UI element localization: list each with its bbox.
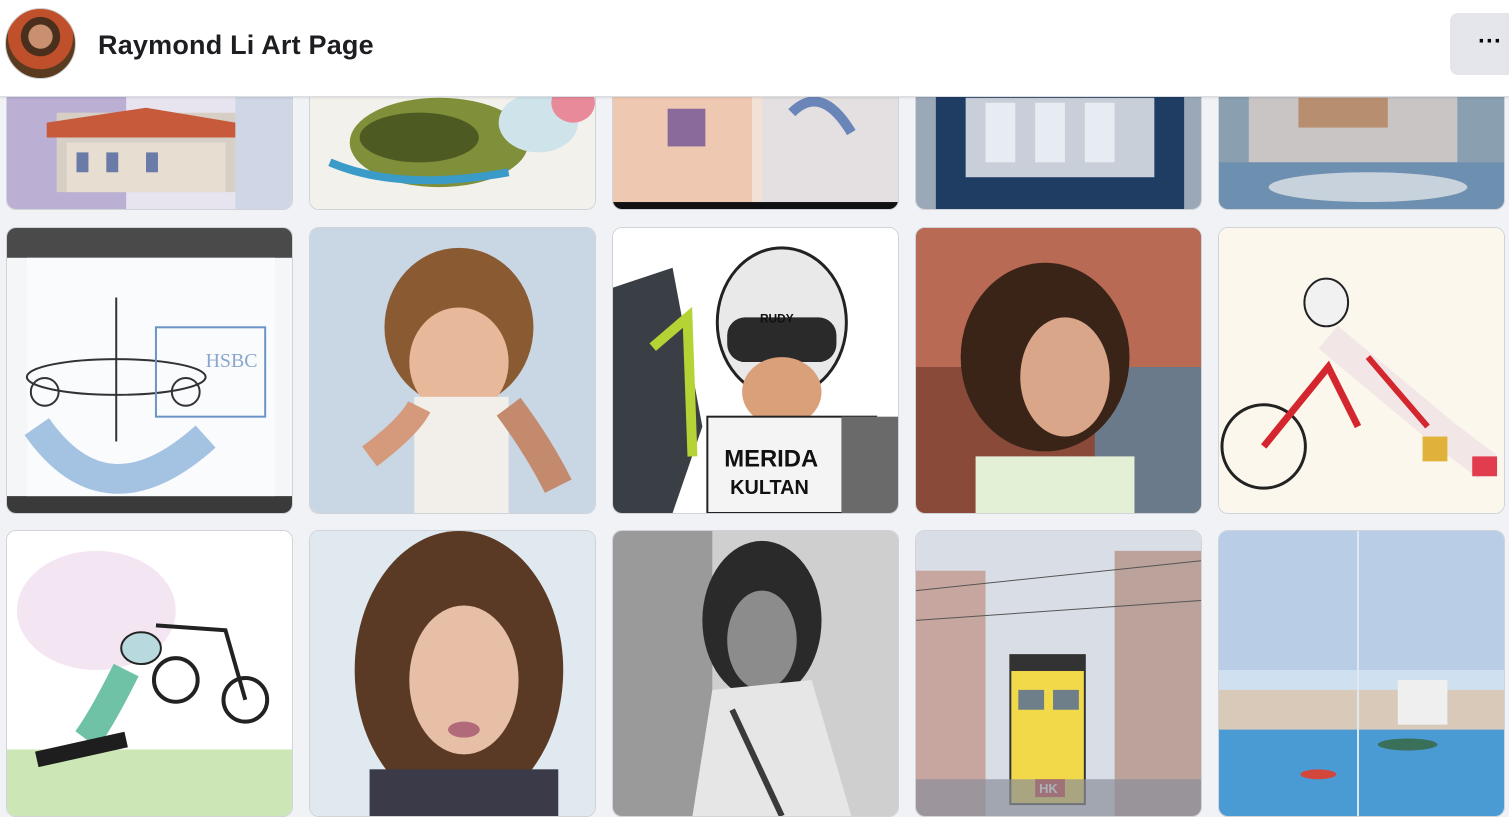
page-title[interactable]: Raymond Li Art Page <box>98 30 374 61</box>
photo-tile[interactable] <box>309 227 596 514</box>
photo-tile[interactable] <box>612 530 899 817</box>
tile-caption: RUDY <box>760 311 794 325</box>
photo-tile[interactable] <box>1218 530 1505 817</box>
more-options-button[interactable]: ··· <box>1450 13 1509 75</box>
photo-tile[interactable]: RUDY MERIDA KULTAN <box>612 227 899 514</box>
photo-tile[interactable] <box>6 530 293 817</box>
tile-caption: KULTAN <box>730 477 809 499</box>
page-avatar[interactable] <box>5 8 76 79</box>
tile-caption: MERIDA <box>724 445 818 472</box>
more-icon: ··· <box>1478 28 1502 55</box>
photo-tile[interactable]: HK <box>915 530 1202 817</box>
photo-tile[interactable] <box>1218 227 1505 514</box>
page-header: Raymond Li Art Page ··· <box>0 0 1509 97</box>
photo-grid: HSBC RUDY MERIDA KULTAN <box>0 0 1509 817</box>
photo-tile[interactable] <box>915 227 1202 514</box>
photo-tile[interactable] <box>309 530 596 817</box>
photo-tile[interactable]: HSBC <box>6 227 293 514</box>
tile-caption: HSBC <box>206 350 258 372</box>
